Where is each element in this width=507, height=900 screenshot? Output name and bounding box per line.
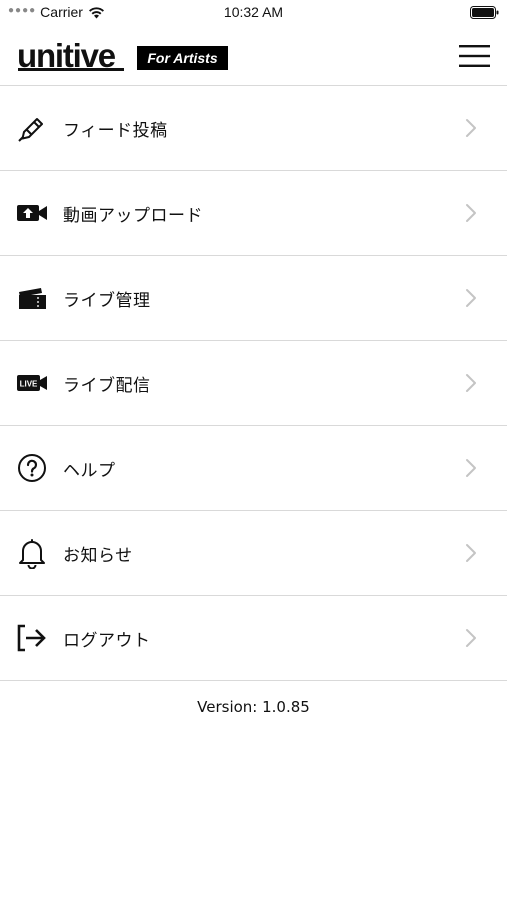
menu-item-live-streaming[interactable]: LIVE ライブ配信 [0, 341, 507, 426]
menu-item-label: お知らせ [63, 545, 133, 566]
menu-item-label: ヘルプ [63, 460, 116, 481]
chevron-right-icon [466, 629, 476, 647]
chevron-right-icon [466, 544, 476, 562]
status-time: 10:32 AM [223, 4, 284, 20]
menu-item-help[interactable]: ヘルプ [0, 426, 507, 511]
menu-item-label: フィード投稿 [63, 120, 168, 141]
menu-item-label: ログアウト [63, 630, 151, 651]
live-camera-icon: LIVE [15, 368, 49, 398]
logout-icon [15, 623, 49, 653]
video-upload-icon [15, 198, 49, 228]
menu-item-notifications[interactable]: お知らせ [0, 511, 507, 596]
app-screen: ●●●● Carrier 10:32 AM unitive For Artist… [0, 0, 507, 900]
chevron-right-icon [466, 204, 476, 222]
menu-item-video-upload[interactable]: 動画アップロード [0, 171, 507, 256]
hamburger-menu-icon[interactable] [458, 42, 491, 70]
help-circle-icon [15, 453, 49, 483]
chevron-right-icon [466, 459, 476, 477]
menu-item-label: 動画アップロード [63, 205, 203, 226]
chevron-right-icon [466, 119, 476, 137]
pencil-icon [15, 113, 49, 143]
menu-item-label: ライブ管理 [63, 290, 151, 311]
ticket-icon [15, 283, 49, 313]
logo-underline [18, 68, 124, 71]
svg-text:LIVE: LIVE [20, 380, 38, 389]
menu-item-live-management[interactable]: ライブ管理 [0, 256, 507, 341]
chevron-right-icon [466, 289, 476, 307]
menu-list: フィード投稿 動画アップロード ライブ管理 LIVE ライブ配信 ヘルプ お知ら… [0, 86, 507, 681]
chevron-right-icon [466, 374, 476, 392]
status-bar: ●●●● Carrier 10:32 AM [0, 0, 507, 28]
menu-item-label: ライブ配信 [63, 375, 151, 396]
for-artists-badge: For Artists [137, 46, 228, 70]
bell-icon [15, 538, 49, 569]
version-label: Version: 1.0.85 [197, 698, 310, 716]
menu-item-logout[interactable]: ログアウト [0, 596, 507, 681]
battery-icon [470, 6, 499, 19]
app-header: unitive For Artists [0, 28, 507, 86]
menu-item-feed-post[interactable]: フィード投稿 [0, 86, 507, 171]
